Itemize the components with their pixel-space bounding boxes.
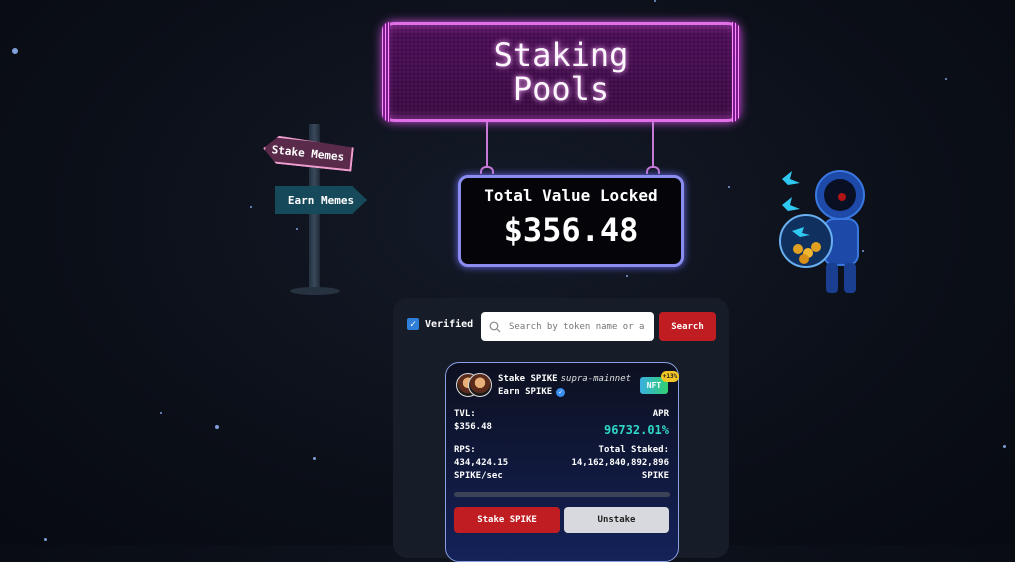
apr-value: 96732.01% (603, 423, 669, 437)
search-input[interactable] (507, 320, 646, 333)
search-field[interactable] (481, 312, 654, 341)
star (1003, 445, 1006, 448)
network-name: supra-mainnet (560, 374, 632, 384)
sign-chain-left (486, 122, 488, 166)
stake-memes-sign[interactable]: Stake Memes (262, 134, 354, 171)
verified-checkbox[interactable]: ✓ (407, 318, 419, 330)
rps-value: 434,424.15 (454, 458, 509, 468)
tvl-stat-value: $356.48 (454, 422, 492, 432)
star (945, 78, 947, 80)
sign-chain-right (652, 122, 654, 166)
sign-hook-right (646, 166, 660, 174)
star (728, 186, 730, 188)
star (215, 425, 219, 429)
earn-title-text: Earn SPIKE (498, 387, 553, 397)
nft-bonus-badge: +13% (661, 371, 679, 382)
tvl-value: $356.48 (503, 211, 639, 249)
verified-label: Verified (425, 318, 474, 330)
verified-check-icon: ✓ (556, 387, 566, 397)
pool-stake-title: Stake SPIKE supra-mainnet (498, 374, 631, 384)
signpost-base (290, 287, 340, 295)
total-staked-label: Total Staked: (598, 445, 669, 455)
page-title: Staking Pools (493, 36, 629, 108)
star (250, 206, 252, 208)
total-staked-value: 14,162,840,892,896 (571, 458, 669, 468)
total-staked-unit: SPIKE (641, 471, 669, 481)
rps-label: RPS: (454, 445, 476, 455)
star (44, 538, 47, 541)
apr-label: APR (652, 409, 669, 419)
astronaut-illustration (779, 170, 865, 293)
star (313, 457, 316, 460)
page-title-sign: Staking Pools (382, 22, 740, 122)
star (626, 275, 628, 277)
rps-unit: SPIKE/sec (454, 471, 503, 481)
stake-title-text: Stake SPIKE (498, 374, 558, 384)
tvl-label: Total Value Locked (484, 186, 658, 205)
verified-filter[interactable]: ✓ Verified (407, 318, 473, 330)
star (296, 228, 298, 230)
search-button[interactable]: Search (659, 312, 716, 341)
star (654, 0, 656, 2)
token-avatars (456, 373, 492, 397)
pool-progress-bar (454, 492, 670, 497)
stake-memes-label: Stake Memes (271, 142, 345, 164)
star (12, 48, 18, 54)
pool-earn-title: Earn SPIKE ✓ (498, 387, 566, 397)
earn-memes-label: Earn Memes (287, 193, 355, 207)
tvl-sign: Total Value Locked $356.48 (458, 175, 684, 267)
search-icon (489, 321, 501, 332)
pool-card: Stake SPIKE supra-mainnet Earn SPIKE ✓ NF… (445, 362, 679, 562)
unstake-button[interactable]: Unstake (564, 507, 669, 533)
star (160, 412, 162, 414)
sign-hook-left (480, 166, 494, 174)
earn-memes-sign[interactable]: Earn Memes (275, 186, 367, 214)
tvl-stat-label: TVL: (454, 409, 476, 419)
earn-token-avatar (468, 373, 492, 397)
stake-button[interactable]: Stake SPIKE (454, 507, 560, 533)
